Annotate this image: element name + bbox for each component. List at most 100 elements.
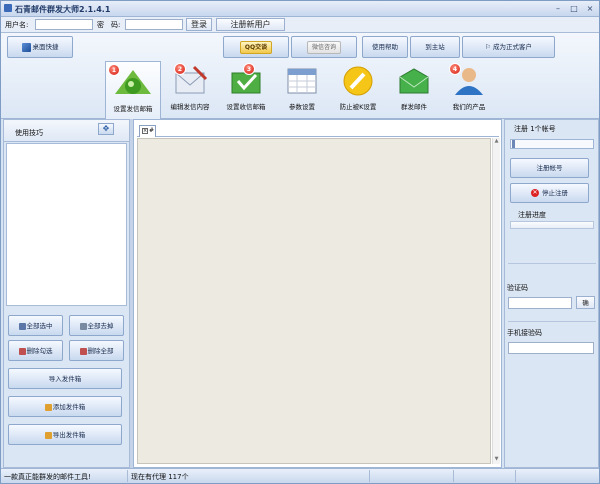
calendar-icon [287,68,317,94]
tab-anti-ban[interactable]: 防止被K设置 [330,61,386,117]
export-mailbox-label: 导出发件箱 [52,431,86,439]
desktop-shortcut-button[interactable]: 桌面快捷 [7,36,73,58]
tab-label: 群发邮件 [401,103,427,111]
register-count-slider[interactable] [510,139,594,149]
desktop-shortcut-label: 桌面快捷 [32,43,59,51]
vertical-scrollbar[interactable]: ▲ ▼ [492,138,500,464]
tab-label: 编辑发信内容 [170,103,210,111]
step-badge: 1 [108,64,120,76]
scroll-down-icon[interactable]: ▼ [493,456,500,464]
register-progress-bar [510,221,594,229]
qq-badge: QQ交谈 [239,41,273,54]
export-icon [44,431,52,439]
username-label: 用户名: [5,21,29,29]
add-icon [44,403,52,411]
captcha-label: 验证码 [507,284,528,292]
content-tabbar: × # [137,123,499,137]
become-customer-label: 成为正式客户 [492,43,532,51]
wrench-icon [343,66,373,96]
eraser-icon [18,347,26,355]
tab-label: 我们的产品 [452,103,486,111]
app-icon [4,4,12,12]
tab-edit-content[interactable]: 2 编辑发信内容 [162,61,218,117]
home-site-button[interactable]: 到主站 [410,36,460,58]
flag-icon: ⚐ [485,43,491,51]
export-mailbox-button[interactable]: 导出发件箱 [8,424,122,445]
register-count-label: 注册 1个帐号 [514,125,556,133]
captcha-confirm-button[interactable]: 确 [576,296,595,309]
deselect-all-label: 全部去掉 [87,322,114,330]
tab-our-products[interactable]: 4 我们的产品 [441,61,497,117]
status-bar: 一款真正能群发的邮件工具! 现在有代理 117个 [1,468,599,483]
tab-label: 参数设置 [289,103,315,111]
slider-thumb[interactable] [512,140,515,148]
minimize-button[interactable]: – [551,3,565,14]
deselect-all-button[interactable]: 全部去掉 [69,315,124,336]
checklist-icon [18,322,26,330]
content-area[interactable] [137,138,491,464]
add-mailbox-button[interactable]: 添加发件箱 [8,396,122,417]
status-divider [515,470,516,482]
content-tab[interactable]: × # [139,125,156,137]
tab-mass-send[interactable]: 群发邮件 [386,61,442,117]
close-button[interactable]: × [583,3,597,14]
maximize-button[interactable]: □ [567,3,581,14]
add-mailbox-label: 添加发件箱 [52,403,86,411]
status-slogan: 一款真正能群发的邮件工具! [4,473,91,481]
divider [508,321,596,322]
delete-all-button[interactable]: 删除全部 [69,340,124,361]
eraser-icon [79,347,87,355]
step-badge: 4 [449,63,461,75]
register-button[interactable]: 注册新用户 [216,18,285,31]
wechat-button[interactable]: 微信咨询 [291,36,357,58]
stop-register-label: 停止注册 [542,189,568,197]
login-button[interactable]: 登录 [186,18,212,31]
phone-code-label: 手机接验码 [507,329,542,337]
tab-send-mailbox[interactable]: 1 设置发信邮箱 [105,61,161,119]
shortcut-arrow-icon [21,42,31,52]
help-button[interactable]: 使用帮助 [362,36,408,58]
envelope-icon [399,68,429,94]
app-window: 石青邮件群发大师2.1.4.1 – □ × 用户名: 密 码: 登录 注册新用户… [0,0,600,484]
step-badge: 2 [174,63,186,75]
pin-icon[interactable]: ✥ [98,123,114,135]
phone-code-input[interactable] [508,342,594,354]
delete-checked-label: 删除勾选 [26,347,53,355]
divider [508,263,596,264]
wechat-badge: 微信咨询 [306,41,341,54]
delete-checked-button[interactable]: 删除勾选 [8,340,63,361]
tab-label: 设置收信邮箱 [226,103,266,111]
right-panel: 注册 1个帐号 注册帐号 ✕ 停止注册 注册进度 验证码 确 手机接验码 [504,119,599,468]
tips-title: 使用技巧 [15,129,43,137]
register-progress-label: 注册进度 [518,211,546,219]
status-divider [453,470,454,482]
scroll-up-icon[interactable]: ▲ [493,138,500,146]
become-customer-button[interactable]: ⚐ 成为正式客户 [462,36,555,58]
login-bar: 用户名: 密 码: 登录 注册新用户 [1,17,599,33]
window-title: 石青邮件群发大师2.1.4.1 [15,5,111,14]
tab-parameters[interactable]: 参数设置 [274,61,330,117]
content-panel: × # ▲ ▼ [133,119,502,468]
tab-receive-mailbox[interactable]: 3 设置收信邮箱 [218,61,274,117]
status-divider [127,470,128,482]
left-panel: 使用技巧 ✥ 全部选中 全部去掉 删除勾选 删除全部 导入发件箱 添加发件箱 导… [3,119,130,468]
tips-header: 使用技巧 ✥ [4,120,129,142]
status-proxy: 现在有代理 117个 [131,473,189,481]
status-divider [369,470,370,482]
content-tab-label: # [149,127,155,134]
stop-icon: ✕ [531,189,539,197]
mailbox-list[interactable] [6,143,127,306]
uncheck-icon [79,322,87,330]
import-mailbox-button[interactable]: 导入发件箱 [8,368,122,389]
password-label: 密 码: [97,21,121,29]
select-all-button[interactable]: 全部选中 [8,315,63,336]
register-account-button[interactable]: 注册帐号 [510,158,589,178]
close-tab-icon[interactable]: × [142,128,148,134]
stop-register-button[interactable]: ✕ 停止注册 [510,183,589,203]
tab-label: 设置发信邮箱 [113,105,153,113]
delete-all-label: 删除全部 [87,347,114,355]
username-input[interactable] [35,19,93,30]
captcha-input[interactable] [508,297,572,309]
qq-chat-button[interactable]: QQ交谈 [223,36,289,58]
password-input[interactable] [125,19,183,30]
